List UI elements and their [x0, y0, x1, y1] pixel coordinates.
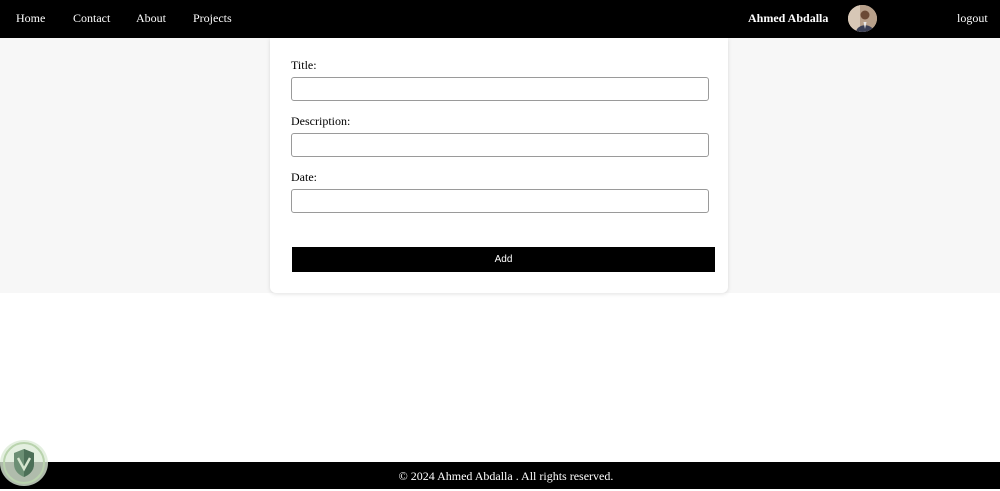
- logout-link[interactable]: logout: [957, 11, 988, 26]
- add-item-form: Title: Description: Date: Add: [270, 38, 728, 293]
- top-navbar: Home Contact About Projects Ahmed Abdall…: [0, 0, 1000, 38]
- user-photo-icon: [848, 5, 877, 32]
- add-button[interactable]: Add: [292, 247, 715, 272]
- date-input[interactable]: [291, 189, 709, 213]
- nav-link-contact[interactable]: Contact: [73, 11, 110, 26]
- shield-badge[interactable]: [0, 440, 48, 486]
- nav-link-about[interactable]: About: [136, 11, 166, 26]
- title-label: Title:: [291, 58, 317, 72]
- user-name: Ahmed Abdalla: [748, 11, 829, 25]
- nav-link-projects[interactable]: Projects: [193, 11, 232, 26]
- date-label: Date:: [291, 170, 317, 184]
- description-label: Description:: [291, 114, 351, 128]
- title-input[interactable]: [291, 77, 709, 101]
- description-input[interactable]: [291, 133, 709, 157]
- avatar[interactable]: [848, 5, 877, 32]
- nav-link-home[interactable]: Home: [16, 11, 45, 26]
- footer-copyright: © 2024 Ahmed Abdalla . All rights reserv…: [398, 469, 614, 483]
- footer: © 2024 Ahmed Abdalla . All rights reserv…: [0, 462, 1000, 489]
- shield-icon: [3, 442, 45, 484]
